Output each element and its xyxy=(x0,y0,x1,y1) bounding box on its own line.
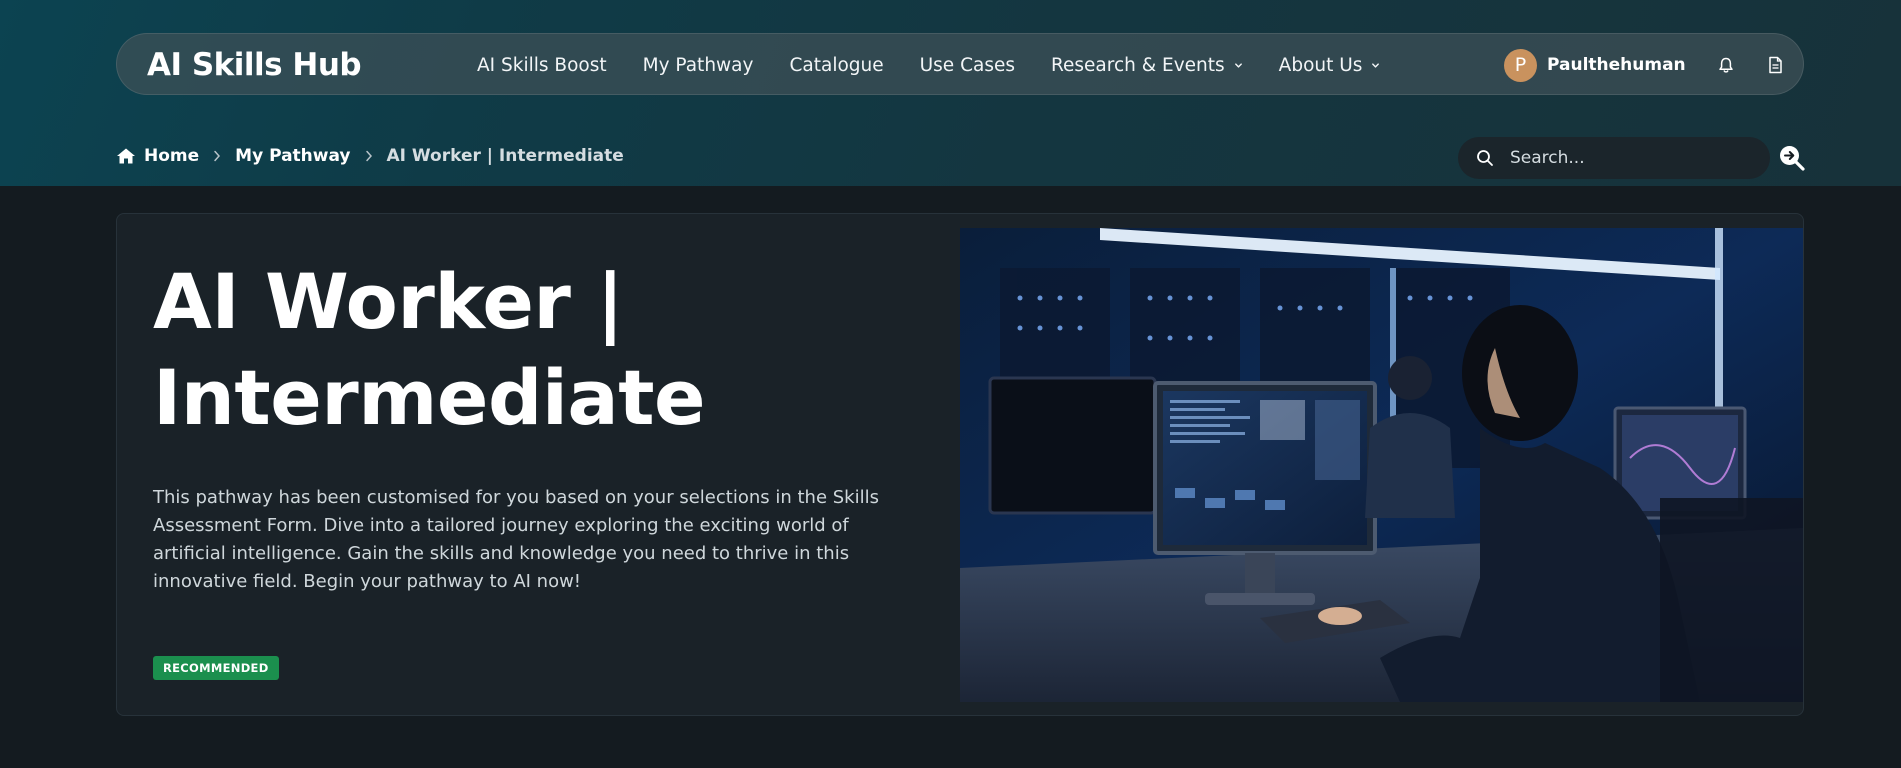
nav-link-label: Research & Events xyxy=(1050,54,1225,76)
chevron-down-icon xyxy=(1234,62,1242,68)
search-input[interactable] xyxy=(1510,148,1750,168)
breadcrumb-my-pathway[interactable]: My Pathway xyxy=(235,146,350,166)
nav-link-label: About Us xyxy=(1278,54,1363,76)
bell-icon[interactable] xyxy=(1716,55,1736,75)
nav-link-label: Catalogue xyxy=(789,54,884,76)
top-navbar: AI Skills Hub AI Skills Boost My Pathway… xyxy=(116,33,1804,95)
nav-link-my-pathway[interactable]: My Pathway xyxy=(643,55,754,76)
nav-links: AI Skills Boost My Pathway Catalogue Use… xyxy=(477,34,1416,96)
chevron-right-icon xyxy=(214,150,221,162)
nav-link-label: AI Skills Boost xyxy=(477,54,607,76)
home-icon xyxy=(117,148,135,164)
search-icon xyxy=(1477,150,1493,166)
breadcrumb: Home My Pathway AI Worker | Intermediate xyxy=(116,146,624,166)
user-area: P Paulthehuman xyxy=(1504,34,1816,96)
nav-link-research-events[interactable]: Research & Events xyxy=(1051,55,1243,76)
brand-logo-text[interactable]: AI Skills Hub xyxy=(147,47,362,83)
hero-description: This pathway has been customised for you… xyxy=(153,487,879,592)
document-icon[interactable] xyxy=(1766,55,1786,75)
username[interactable]: Paulthehuman xyxy=(1547,55,1686,75)
chevron-down-icon xyxy=(1372,62,1380,68)
search-box xyxy=(1458,137,1770,179)
nav-link-use-cases[interactable]: Use Cases xyxy=(920,55,1015,76)
search-go-icon[interactable] xyxy=(1778,144,1806,172)
nav-link-about-us[interactable]: About Us xyxy=(1279,55,1381,76)
breadcrumb-home[interactable]: Home xyxy=(144,146,199,166)
chevron-right-icon xyxy=(365,150,372,162)
avatar[interactable]: P xyxy=(1504,48,1537,82)
hero-card: AI Worker | Intermediate This pathway ha… xyxy=(116,213,1804,716)
nav-link-label: My Pathway xyxy=(642,54,754,76)
nav-link-label: Use Cases xyxy=(919,54,1015,76)
hero-image xyxy=(960,228,1803,702)
nav-link-ai-skills-boost[interactable]: AI Skills Boost xyxy=(477,55,607,76)
nav-link-catalogue[interactable]: Catalogue xyxy=(789,55,883,76)
page-title: AI Worker | Intermediate xyxy=(153,257,706,442)
status-badge: RECOMMENDED xyxy=(153,656,279,680)
breadcrumb-current: AI Worker | Intermediate xyxy=(386,146,624,166)
